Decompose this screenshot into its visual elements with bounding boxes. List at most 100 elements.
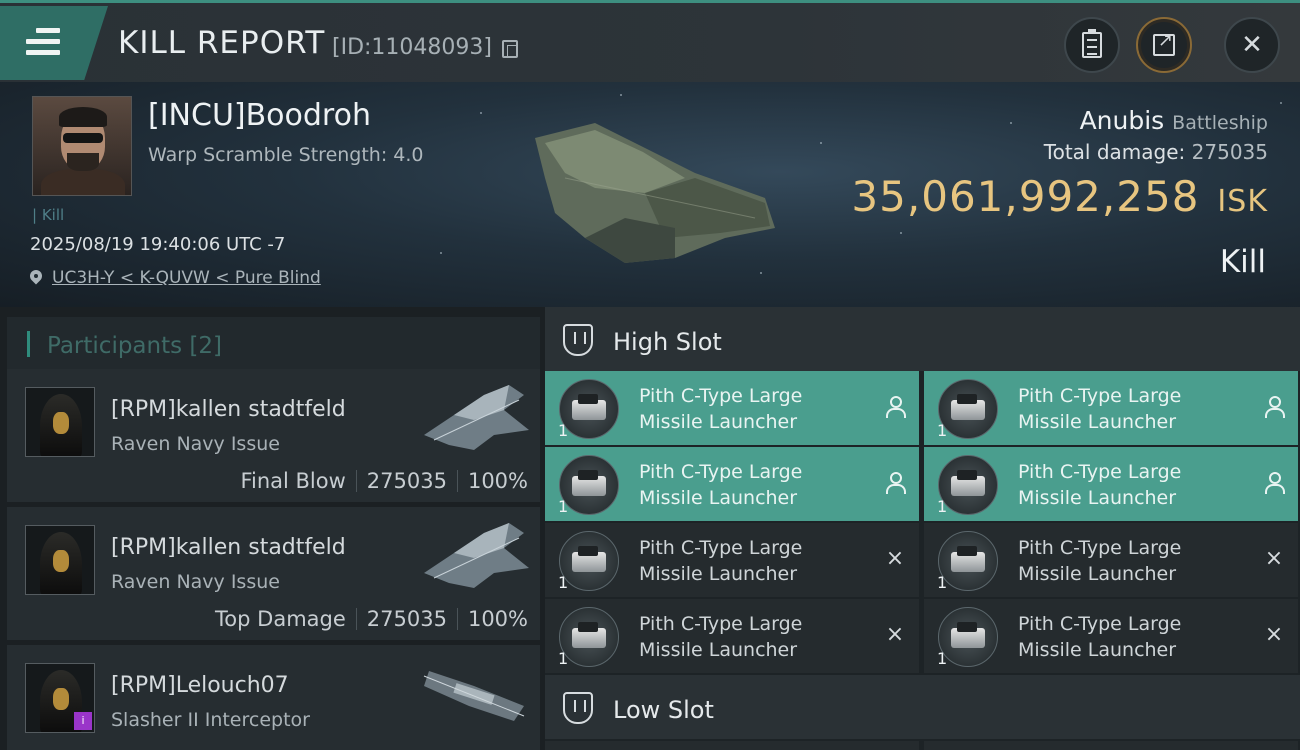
isk-unit: ISK bbox=[1217, 184, 1268, 219]
copy-icon[interactable] bbox=[502, 40, 518, 58]
x-icon: × bbox=[885, 622, 905, 647]
module-quantity: 1 bbox=[937, 573, 948, 592]
module-item[interactable] bbox=[545, 741, 919, 750]
participant-percent: 100% bbox=[467, 469, 528, 493]
participant-ship-image bbox=[424, 385, 529, 450]
menu-icon bbox=[26, 28, 60, 56]
module-quantity: 1 bbox=[558, 421, 569, 440]
shield-icon bbox=[563, 692, 593, 724]
kill-timestamp: 2025/08/19 19:40:06 UTC -7 bbox=[30, 234, 286, 255]
module-item[interactable]: 1 Pith C-Type Large Missile Launcher × bbox=[545, 523, 919, 597]
location-text[interactable]: UC3H-Y < K-QUVW < Pure Blind bbox=[52, 268, 321, 288]
avatar: i bbox=[25, 663, 95, 733]
participant-ship-image bbox=[423, 671, 525, 721]
isk-amount: 35,061,992,258 bbox=[851, 172, 1200, 221]
module-name: Pith C-Type Large Missile Launcher bbox=[639, 537, 803, 585]
module-item[interactable] bbox=[924, 741, 1298, 750]
module-name: Pith C-Type Large Missile Launcher bbox=[1018, 385, 1182, 433]
module-item[interactable]: 1 Pith C-Type Large Missile Launcher bbox=[545, 371, 919, 445]
participant-ship-image bbox=[424, 523, 529, 588]
module-name: Pith C-Type Large Missile Launcher bbox=[639, 385, 803, 433]
low-slot-header: Low Slot bbox=[545, 675, 1300, 739]
total-damage-label: Total damage: bbox=[1043, 140, 1186, 164]
victim-banner: [INCU]Boodroh Warp Scramble Strength: 4.… bbox=[0, 82, 1300, 307]
module-item[interactable]: 1 Pith C-Type Large Missile Launcher × bbox=[924, 523, 1298, 597]
module-item[interactable]: 1 Pith C-Type Large Missile Launcher bbox=[924, 371, 1298, 445]
x-icon: × bbox=[1264, 546, 1284, 571]
module-name: Pith C-Type Large Missile Launcher bbox=[1018, 537, 1182, 585]
share-icon bbox=[1153, 30, 1175, 56]
participant-card[interactable]: [RPM]kallen stadtfeld Raven Navy Issue F… bbox=[7, 369, 540, 502]
module-quantity: 1 bbox=[558, 649, 569, 668]
participant-damage: 275035 bbox=[366, 469, 447, 493]
module-name: Pith C-Type Large Missile Launcher bbox=[1018, 461, 1182, 509]
participant-percent: 100% bbox=[467, 607, 528, 631]
participant-role: Final Blow bbox=[240, 469, 346, 493]
pin-icon bbox=[30, 270, 42, 286]
menu-button[interactable] bbox=[0, 6, 108, 80]
participant-name: [RPM]kallen stadtfeld bbox=[111, 397, 346, 422]
fitting-panel: High Slot 1 Pith C-Type Large Missile Lau… bbox=[545, 307, 1300, 750]
clipboard-icon bbox=[1082, 29, 1102, 58]
total-damage: Total damage: 275035 bbox=[1044, 140, 1268, 164]
high-slot-header: High Slot bbox=[545, 307, 1300, 371]
share-button[interactable] bbox=[1136, 17, 1192, 73]
victim-ship-image bbox=[535, 123, 775, 263]
module-name: Pith C-Type Large Missile Launcher bbox=[639, 613, 803, 661]
report-id: [ID:11048093] bbox=[332, 35, 492, 60]
participant-ship: Raven Navy Issue bbox=[111, 571, 280, 593]
person-icon bbox=[1264, 472, 1285, 494]
module-item[interactable]: 1 Pith C-Type Large Missile Launcher bbox=[924, 447, 1298, 521]
module-quantity: 1 bbox=[937, 649, 948, 668]
participant-stats: Final Blow 275035 100% bbox=[240, 469, 528, 493]
person-icon bbox=[1264, 396, 1285, 418]
participant-stats: Top Damage 275035 100% bbox=[215, 607, 528, 631]
low-slot-label: Low Slot bbox=[613, 696, 714, 724]
module-quantity: 1 bbox=[558, 573, 569, 592]
shield-icon bbox=[563, 324, 593, 356]
participants-panel: Participants [2] [RPM]kallen stadtfeld R… bbox=[0, 307, 545, 750]
module-item[interactable]: 1 Pith C-Type Large Missile Launcher bbox=[545, 447, 919, 521]
module-quantity: 1 bbox=[558, 497, 569, 516]
victim-ship[interactable]: Anubis Battleship bbox=[1080, 106, 1268, 135]
participant-card[interactable]: [RPM]kallen stadtfeld Raven Navy Issue T… bbox=[7, 507, 540, 640]
module-item[interactable]: 1 Pith C-Type Large Missile Launcher × bbox=[545, 599, 919, 673]
location-link[interactable]: UC3H-Y < K-QUVW < Pure Blind bbox=[30, 268, 321, 288]
x-icon: × bbox=[885, 546, 905, 571]
x-icon: × bbox=[1264, 622, 1284, 647]
avatar bbox=[25, 525, 95, 595]
module-name: Pith C-Type Large Missile Launcher bbox=[1018, 613, 1182, 661]
participant-card[interactable]: i [RPM]Lelouch07 Slasher II Interceptor bbox=[7, 645, 540, 750]
close-icon: ✕ bbox=[1241, 30, 1263, 60]
top-bar: KILL REPORT [ID:11048093] ✕ bbox=[0, 0, 1300, 82]
ship-name: Anubis bbox=[1079, 106, 1165, 135]
page-title: KILL REPORT bbox=[118, 25, 326, 61]
participant-name: [RPM]Lelouch07 bbox=[111, 673, 289, 698]
person-icon bbox=[885, 396, 906, 418]
participant-name: [RPM]kallen stadtfeld bbox=[111, 535, 346, 560]
close-button[interactable]: ✕ bbox=[1224, 17, 1280, 73]
high-slot-label: High Slot bbox=[613, 328, 722, 356]
participant-damage: 275035 bbox=[366, 607, 447, 631]
total-damage-value: 275035 bbox=[1191, 140, 1268, 164]
participants-header: Participants [2] bbox=[7, 317, 540, 373]
module-quantity: 1 bbox=[937, 421, 948, 440]
participant-role: Top Damage bbox=[215, 607, 346, 631]
module-item[interactable]: 1 Pith C-Type Large Missile Launcher × bbox=[924, 599, 1298, 673]
victim-name[interactable]: [INCU]Boodroh bbox=[148, 98, 371, 133]
clipboard-button[interactable] bbox=[1064, 17, 1120, 73]
warp-scramble-strength: Warp Scramble Strength: 4.0 bbox=[148, 144, 424, 166]
kill-tag: | Kill bbox=[32, 206, 65, 224]
victim-portrait[interactable] bbox=[32, 96, 132, 196]
participant-ship: Raven Navy Issue bbox=[111, 433, 280, 455]
module-name: Pith C-Type Large Missile Launcher bbox=[639, 461, 803, 509]
participants-title: Participants [2] bbox=[47, 333, 222, 359]
info-badge-icon: i bbox=[74, 712, 92, 730]
avatar bbox=[25, 387, 95, 457]
module-quantity: 1 bbox=[937, 497, 948, 516]
isk-value: 35,061,992,258 ISK bbox=[851, 172, 1268, 221]
ship-class: Battleship bbox=[1172, 112, 1268, 134]
participant-ship: Slasher II Interceptor bbox=[111, 709, 310, 731]
person-icon bbox=[885, 472, 906, 494]
kill-result: Kill bbox=[1219, 244, 1266, 280]
